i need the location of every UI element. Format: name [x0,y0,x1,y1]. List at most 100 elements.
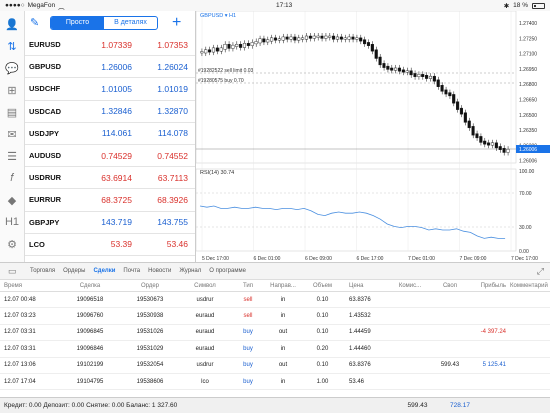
deal-volume: 0.10 [316,313,329,320]
candle-body [200,51,204,54]
candle-body [332,35,336,40]
col-price[interactable]: Цена [345,283,390,289]
col-direction[interactable]: Направ... [266,283,300,289]
price-tick-label: 1.26006 [519,159,537,165]
candle-body [308,35,312,39]
candle-body [343,37,347,40]
tab-journal[interactable]: Журнал [179,268,201,274]
candle-body [219,47,223,52]
quote-row[interactable]: USDJPY 114.061 114.078 [25,123,195,145]
balance-summary: Кредит: 0.00 Депозит: 0.00 Снятие: 0.00 … [4,402,178,409]
quote-row[interactable]: EURRUR 68.3725 68.3926 [25,189,195,212]
col-profit[interactable]: Прибыль [470,283,510,289]
col-time[interactable]: Время [0,283,60,289]
deal-volume: 0.10 [316,296,329,303]
order-id: 19530673 [136,296,164,303]
quotes-icon[interactable]: 👤 [3,15,21,33]
quote-symbol: GBPUSD [29,62,62,72]
deal-direction: in [280,313,286,320]
tab-simple[interactable]: Просто [51,16,104,29]
col-deal[interactable]: Сделка [60,283,120,289]
tab-about[interactable]: О программе [209,268,246,274]
timeframe-icon[interactable]: H1 [3,213,21,231]
swap-total: 599.43 [407,402,428,409]
deal-type: buy [243,329,253,336]
quote-row[interactable]: AUDUSD 0.74529 0.74552 [25,145,195,168]
quote-row[interactable]: EURUSD 1.07339 1.07353 [25,34,195,57]
add-symbol-icon[interactable]: + [172,14,181,32]
carrier: ●●●●○ MegaFon ︵ [5,1,65,11]
deal-id: 19096518 [76,296,104,303]
table-row[interactable]: 12.07 03:23 19096760 19530938 euraud sell in 0… [0,308,550,325]
quote-row[interactable]: USDCAD 1.32846 1.32870 [25,101,195,123]
quote-symbol: USDCHF [29,84,61,94]
col-type[interactable]: Тип [230,283,266,289]
col-commission[interactable]: Комис... [390,283,430,289]
table-row[interactable]: 12.07 03:31 19096845 19531026 euraud buy out 0… [0,325,550,342]
table-header: Время Сделка Ордер Символ Тип Направ... … [0,280,550,292]
quote-row[interactable]: USDRUR 63.6914 63.7113 [25,167,195,190]
settings-icon[interactable]: ⚙ [3,235,21,253]
quote-row[interactable]: GBPJPY 143.719 143.755 [25,212,195,234]
candle-body [506,148,510,153]
price-chart[interactable]: 1.27400 1.27250 1.27100 1.26950 1.26800 1.266… [196,11,550,262]
quote-row[interactable]: LCO 53.39 53.46 [25,234,195,256]
col-symbol[interactable]: Символ [180,283,230,289]
quote-bid: 114.061 [101,128,132,139]
deal-direction: in [280,345,286,352]
col-swap[interactable]: Своп [430,283,470,289]
candle-body [304,35,308,40]
tab-deals[interactable]: Сделки [93,268,115,274]
account-summary: Кредит: 0.00 Депозит: 0.00 Снятие: 0.00 … [0,397,550,413]
quote-row[interactable]: USDCHF 1.01005 1.01019 [25,78,195,101]
quote-symbol: GBPJPY [29,217,60,227]
table-row[interactable]: 12.07 03:31 19096846 19531029 euraud buy in 0.… [0,341,550,358]
candle-body [397,67,401,72]
quote-bid: 1.32846 [101,106,132,117]
candle-body [235,44,239,47]
deal-time: 12.07 03:31 [4,345,36,352]
candle-body [483,140,487,145]
chart-icon[interactable]: ⇅ [3,37,21,55]
mail-icon[interactable]: ✉ [3,125,21,143]
chart-area[interactable]: 1.27400 1.27250 1.27100 1.26950 1.26800 1.266… [196,11,550,262]
table-row[interactable]: 12.07 13:06 19102199 19532054 usdrur buy out 0… [0,358,550,374]
candle-body [363,39,367,45]
new-order-icon[interactable]: ⊞ [3,81,21,99]
indicators-icon[interactable]: 𝑓 [3,169,21,187]
edit-icon[interactable]: ✎ [30,16,44,29]
table-row[interactable]: 12.07 00:48 19096518 19530673 usdrur sell in 0… [0,292,550,309]
quote-row[interactable]: GBPUSD 1.26006 1.26024 [25,56,195,79]
deal-price: 63.8376 [349,362,371,369]
tab-mail[interactable]: Почта [123,268,140,274]
deal-symbol: euraud [195,313,215,320]
col-volume[interactable]: Объем [300,283,345,289]
quote-bid: 1.26006 [101,61,132,72]
tab-trade[interactable]: Торговля [30,268,55,274]
candle-body [487,142,491,146]
col-order[interactable]: Ордер [120,283,180,289]
journal-icon[interactable]: ☰ [3,147,21,165]
candle-body [289,36,293,40]
quote-ask: 1.32870 [157,106,188,117]
col-comment[interactable]: Комментарий [510,283,550,289]
deal-symbol: euraud [195,329,215,336]
deal-volume: 0.20 [316,345,329,352]
current-price-label: 1.26006 [519,147,537,153]
tab-news[interactable]: Новости [148,268,171,274]
table-row[interactable]: 12.07 17:04 19104795 19538606 lco buy in 1.00 5… [0,374,550,391]
price-tick-label: 1.26500 [519,113,537,119]
expand-icon[interactable]: ⤢ [537,266,544,277]
tab-orders[interactable]: Ордеры [63,268,85,274]
candle-body [250,42,254,46]
history-icon[interactable]: ▤ [3,103,21,121]
table-body: 12.07 00:48 19096518 19530673 usdrur sell in 0… [0,292,550,391]
price-tick-label: 1.26350 [519,128,537,134]
chart-symbol-title[interactable]: GBPUSD ▾ H1 [200,13,236,19]
chat-icon[interactable]: 💬 [3,59,21,77]
tab-detail[interactable]: В деталях [104,17,157,29]
quote-ask: 68.3926 [157,194,188,205]
candle-body [324,35,328,39]
candle-body [223,44,227,50]
objects-icon[interactable]: ◆ [3,191,21,209]
